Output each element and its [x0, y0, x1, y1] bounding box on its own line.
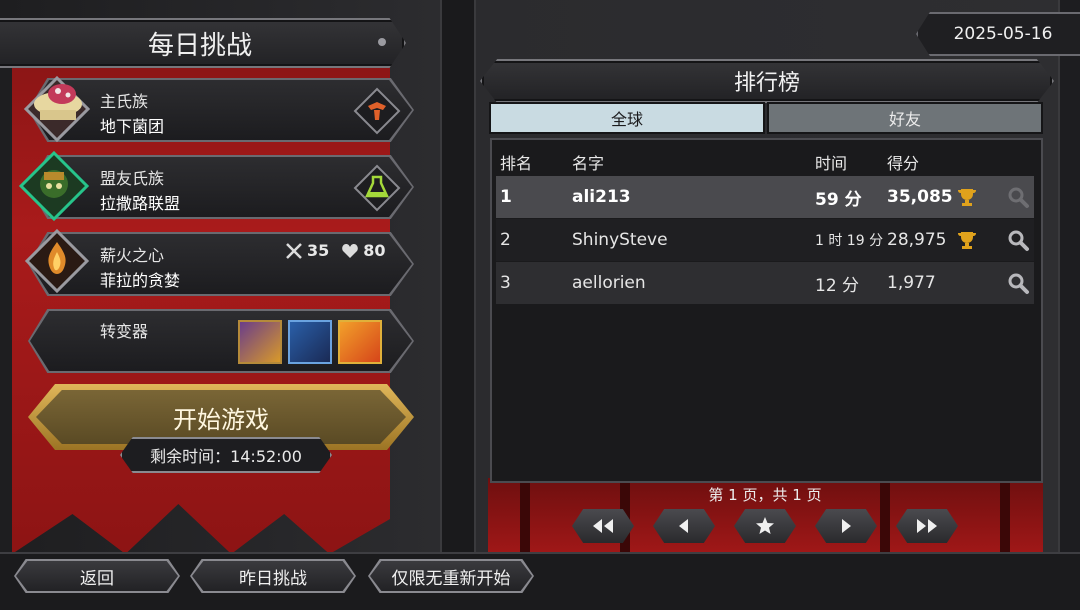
row-name: aellorien: [572, 273, 646, 293]
main-clan-portrait: [22, 74, 92, 144]
table-row[interactable]: 2 ShinySteve 1 时 19 分 28,975: [496, 219, 1034, 261]
row-time: 59 分: [815, 189, 862, 210]
search-icon[interactable]: [1006, 176, 1030, 218]
column-name: 名字: [572, 154, 605, 173]
pyre-value: 菲拉的贪婪: [100, 271, 181, 290]
daily-challenge-title-text: 每日挑战: [147, 30, 252, 61]
tab-global[interactable]: 全球: [489, 102, 765, 134]
prev-page-button[interactable]: [653, 509, 715, 543]
row-score: 1,977: [887, 273, 936, 293]
flask-icon: [353, 164, 401, 212]
row-rank: 3: [500, 273, 511, 293]
attack-icon: [286, 242, 302, 259]
my-rank-button[interactable]: [734, 509, 796, 543]
pyre-label: 薪火之心: [100, 246, 165, 265]
time-remaining: 剩余时间：14:52:00: [120, 437, 332, 473]
ally-clan-value: 拉撒路联盟: [100, 194, 181, 213]
mutator-label: 转变器: [100, 322, 149, 341]
row-score: 35,085: [887, 187, 953, 207]
curtain-fold: [880, 478, 890, 558]
ally-clan-icon: [18, 150, 90, 222]
leaderboard-title: 排行榜: [480, 59, 1054, 103]
column-rank: 排名: [500, 154, 533, 173]
right-arrow-icon: [842, 519, 851, 533]
row-time: 12 分: [815, 275, 860, 296]
page-indicator: 第 1 页，共 1 页: [708, 486, 822, 504]
main-clan-label: 主氏族: [100, 92, 149, 111]
tab-global-label: 全球: [610, 110, 643, 129]
pyre-stats: 35 80: [285, 241, 386, 260]
main-clan-value: 地下菌团: [100, 117, 165, 136]
curtain-fold: [520, 478, 530, 558]
ally-clan-label: 盟友氏族: [100, 169, 165, 188]
back-button-label: 返回: [80, 568, 114, 589]
tab-friends[interactable]: 好友: [767, 102, 1043, 134]
time-remaining-text: 剩余时间：14:52:00: [150, 447, 302, 466]
row-time: 1 时 19 分: [815, 233, 884, 249]
trophy-icon: [956, 176, 978, 218]
start-button-label: 开始游戏: [173, 405, 269, 434]
date-badge: 2025-05-16: [916, 12, 1080, 56]
no-restart-filter-button[interactable]: 仅限无重新开始: [368, 559, 534, 593]
pyre-portrait: [24, 228, 90, 294]
mutator-fire-icon[interactable]: [338, 320, 382, 364]
start-button[interactable]: 开始游戏: [36, 390, 406, 444]
curtain-fold: [1000, 478, 1010, 558]
daily-challenge-title: 每日挑战: [0, 18, 406, 68]
ally-clan-portrait: [18, 150, 90, 222]
mutator-gold-icon[interactable]: [238, 320, 282, 364]
health-icon: [342, 243, 359, 258]
trophy-icon: [956, 219, 978, 261]
stud-icon: [378, 38, 386, 46]
pyre-heart-icon: [24, 228, 90, 294]
tab-friends-label: 好友: [888, 110, 921, 129]
double-left-icon: [593, 519, 613, 533]
search-icon[interactable]: [1006, 262, 1030, 304]
leaderboard-title-text: 排行榜: [733, 71, 800, 96]
table-row[interactable]: 3 aellorien 12 分 1,977: [496, 262, 1034, 304]
search-icon[interactable]: [1006, 219, 1030, 261]
mushroom-clan-icon: [23, 75, 91, 143]
first-page-button[interactable]: [572, 509, 634, 543]
left-arrow-icon: [679, 519, 688, 533]
frame-divider: [440, 0, 476, 560]
star-icon: [756, 517, 774, 534]
row-rank: 2: [500, 230, 511, 250]
frame-edge: [1058, 0, 1080, 560]
double-right-icon: [917, 519, 937, 533]
pyre-attack: 35: [307, 241, 330, 260]
clan-emblem-icon: [353, 87, 401, 135]
row-name: ShinySteve: [572, 230, 668, 250]
table-row[interactable]: 1 ali213 59 分 35,085: [496, 176, 1034, 218]
row-score: 28,975: [887, 230, 947, 250]
row-name: ali213: [572, 187, 631, 207]
row-rank: 1: [500, 187, 512, 207]
main-clan-emblem[interactable]: [352, 86, 402, 136]
column-score: 得分: [887, 154, 920, 173]
next-page-button[interactable]: [815, 509, 877, 543]
back-button[interactable]: 返回: [14, 559, 180, 593]
pyre-health: 80: [363, 241, 386, 260]
last-page-button[interactable]: [896, 509, 958, 543]
no-restart-filter-label: 仅限无重新开始: [391, 568, 511, 589]
column-time: 时间: [815, 154, 848, 173]
yesterday-challenge-button[interactable]: 昨日挑战: [190, 559, 356, 593]
mutator-cards-icon[interactable]: [288, 320, 332, 364]
date-text: 2025-05-16: [953, 24, 1053, 44]
ally-clan-emblem[interactable]: [352, 163, 402, 213]
yesterday-challenge-label: 昨日挑战: [239, 568, 307, 589]
